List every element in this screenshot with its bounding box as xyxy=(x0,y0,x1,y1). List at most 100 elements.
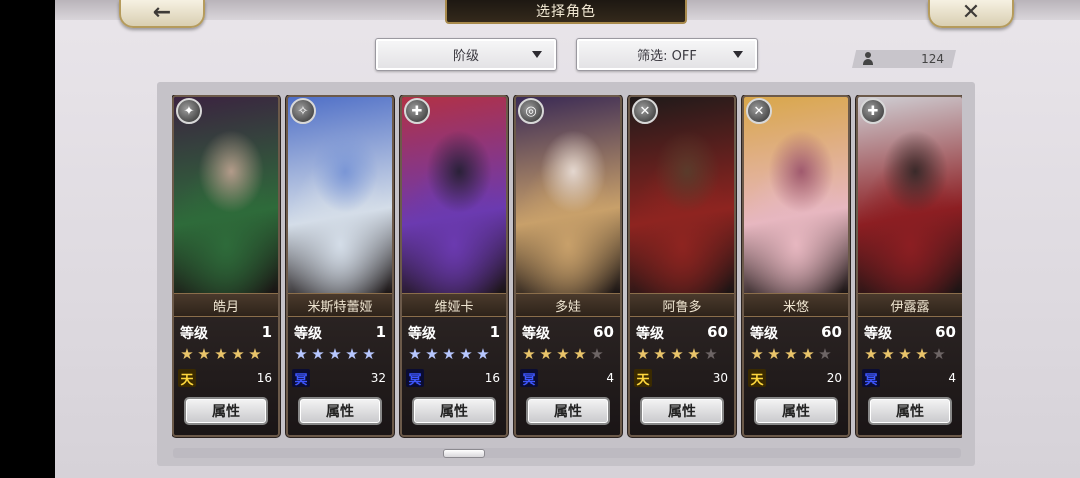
star-rating: ★ ★ ★ ★ ★ xyxy=(748,345,833,363)
rank-badge: 冥 xyxy=(862,369,880,388)
star-icon: ★ xyxy=(704,345,717,363)
close-icon: ✕ xyxy=(961,0,981,25)
shard-count: 16 xyxy=(484,371,500,385)
chevron-down-icon xyxy=(532,51,542,58)
attributes-button[interactable]: 属性 xyxy=(868,397,952,425)
level-value: 1 xyxy=(489,323,500,341)
character-card[interactable]: ✕ 米悠等级 60 ★ ★ ★ ★ ★ 天 20 属性 xyxy=(742,95,850,437)
rank-badge: 冥 xyxy=(292,369,310,388)
rank-sort-dropdown[interactable]: 阶级 xyxy=(375,38,557,71)
shard-count: 32 xyxy=(370,371,386,385)
star-icon: ★ xyxy=(476,345,489,363)
character-portrait[interactable] xyxy=(858,97,962,293)
back-button[interactable]: ← xyxy=(119,0,205,28)
character-card[interactable]: ✕ 阿鲁多 等级 60 ★ ★ ★ ★ ★ 天 30 属性 xyxy=(628,95,736,437)
character-name: 多娃 xyxy=(554,299,581,315)
attributes-button[interactable]: 属性 xyxy=(526,397,610,425)
character-portrait[interactable] xyxy=(402,97,506,293)
character-select-screen: ← 选择角色 ✕ 阶级 筛选: OFF 124 ✦ 皓月 等级 1 ★ ★ ★ ★ ★ 天 16 属性… xyxy=(55,0,1080,478)
rank-badge: 冥 xyxy=(520,369,538,388)
chevron-down-icon xyxy=(733,51,743,58)
name-plate: 多娃 xyxy=(516,293,620,317)
star-icon: ★ xyxy=(750,345,763,363)
star-icon: ★ xyxy=(784,345,797,363)
star-icon: ★ xyxy=(556,345,569,363)
stats-panel: 等级 1 ★ ★ ★ ★ ★ 冥 32 属性 xyxy=(288,317,392,435)
stats-panel: 等级 1 ★ ★ ★ ★ ★ 冥 16 属性 xyxy=(402,317,506,435)
character-portrait[interactable] xyxy=(744,97,848,293)
star-icon: ★ xyxy=(180,345,193,363)
level-value: 60 xyxy=(935,323,956,341)
character-card-list[interactable]: ✦ 皓月 等级 1 ★ ★ ★ ★ ★ 天 16 属性 ✧ 米斯特蕾娅 等级 1 ★ ★ ★ ★ ★ 冥 32 属性 ✚ 维娅卡等… xyxy=(172,95,962,440)
star-icon: ★ xyxy=(573,345,586,363)
star-icon: ★ xyxy=(362,345,375,363)
class-icon: ◎ xyxy=(518,98,544,124)
horizontal-scrollbar[interactable] xyxy=(173,448,961,458)
star-icon: ★ xyxy=(328,345,341,363)
shard-count: 20 xyxy=(826,371,842,385)
character-portrait[interactable] xyxy=(516,97,620,293)
level-value: 1 xyxy=(261,323,272,341)
star-icon: ★ xyxy=(636,345,649,363)
level-row: 等级 60 xyxy=(636,323,728,343)
rank-badge: 天 xyxy=(178,369,196,388)
attributes-button[interactable]: 属性 xyxy=(640,397,724,425)
star-icon: ★ xyxy=(801,345,814,363)
rank-sort-label: 阶级 xyxy=(452,49,479,64)
star-icon: ★ xyxy=(818,345,831,363)
level-row: 等级 60 xyxy=(750,323,842,343)
star-rating: ★ ★ ★ ★ ★ xyxy=(862,345,947,363)
character-name: 伊露露 xyxy=(890,299,930,315)
stats-panel: 等级 1 ★ ★ ★ ★ ★ 天 16 属性 xyxy=(174,317,278,435)
character-card[interactable]: ✦ 皓月 等级 1 ★ ★ ★ ★ ★ 天 16 属性 xyxy=(172,95,280,437)
close-button[interactable]: ✕ xyxy=(928,0,1014,28)
character-portrait[interactable] xyxy=(288,97,392,293)
attributes-button[interactable]: 属性 xyxy=(412,397,496,425)
character-card[interactable]: ◎ 多娃 等级 60 ★ ★ ★ ★ ★ 冥 4 属性 xyxy=(514,95,622,437)
star-icon: ★ xyxy=(294,345,307,363)
attributes-button[interactable]: 属性 xyxy=(298,397,382,425)
shard-count: 4 xyxy=(606,371,614,385)
name-plate: 伊露露 xyxy=(858,293,962,317)
star-icon: ★ xyxy=(687,345,700,363)
attributes-button-label: 属性 xyxy=(782,404,810,420)
attributes-button[interactable]: 属性 xyxy=(754,397,838,425)
class-icon: ✚ xyxy=(404,98,430,124)
star-rating: ★ ★ ★ ★ ★ xyxy=(178,345,263,363)
class-icon: ✧ xyxy=(290,98,316,124)
scrollbar-thumb[interactable] xyxy=(443,449,485,458)
star-rating: ★ ★ ★ ★ ★ xyxy=(634,345,719,363)
level-row: 等级 60 xyxy=(864,323,956,343)
character-name: 维娅卡 xyxy=(434,299,474,315)
stats-panel: 等级 60 ★ ★ ★ ★ ★ 冥 4 属性 xyxy=(858,317,962,435)
name-plate: 阿鲁多 xyxy=(630,293,734,317)
filter-dropdown[interactable]: 筛选: OFF xyxy=(576,38,758,71)
character-portrait[interactable] xyxy=(630,97,734,293)
level-row: 等级 1 xyxy=(294,323,386,343)
character-portrait[interactable] xyxy=(174,97,278,293)
star-icon: ★ xyxy=(425,345,438,363)
character-card[interactable]: ✧ 米斯特蕾娅 等级 1 ★ ★ ★ ★ ★ 冥 32 属性 xyxy=(286,95,394,437)
roster-count-value: 124 xyxy=(921,52,944,66)
star-icon: ★ xyxy=(345,345,358,363)
class-icon: ✕ xyxy=(746,98,772,124)
character-name: 米悠 xyxy=(782,299,809,315)
stats-panel: 等级 60 ★ ★ ★ ★ ★ 冥 4 属性 xyxy=(516,317,620,435)
attributes-button[interactable]: 属性 xyxy=(184,397,268,425)
level-value: 1 xyxy=(375,323,386,341)
star-icon: ★ xyxy=(653,345,666,363)
stats-panel: 等级 60 ★ ★ ★ ★ ★ 天 30 属性 xyxy=(630,317,734,435)
star-icon: ★ xyxy=(898,345,911,363)
attributes-button-label: 属性 xyxy=(896,404,924,420)
rank-badge: 天 xyxy=(748,369,766,388)
star-icon: ★ xyxy=(214,345,227,363)
name-plate: 皓月 xyxy=(174,293,278,317)
star-rating: ★ ★ ★ ★ ★ xyxy=(292,345,377,363)
character-card[interactable]: ✚ 维娅卡 等级 1 ★ ★ ★ ★ ★ 冥 16 属性 xyxy=(400,95,508,437)
level-row: 等级 1 xyxy=(180,323,272,343)
character-card[interactable]: ✚ 伊露露 等级 60 ★ ★ ★ ★ ★ 冥 4 属性 xyxy=(856,95,962,437)
level-label: 等级 xyxy=(864,326,892,342)
star-icon: ★ xyxy=(459,345,472,363)
shard-count: 16 xyxy=(256,371,272,385)
level-label: 等级 xyxy=(180,326,208,342)
